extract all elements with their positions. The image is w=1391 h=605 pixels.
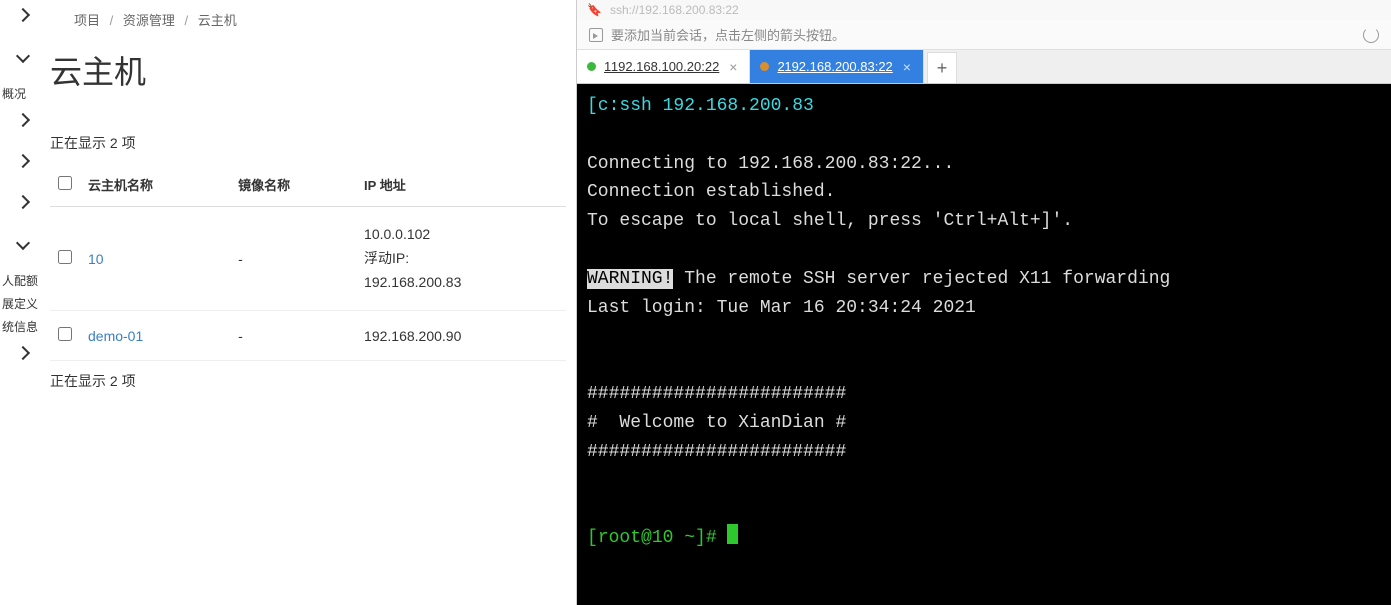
sidebar-toggle-1[interactable] [0,0,40,41]
terminal-tabs: 1 192.168.100.20:22 × 2 192.168.200.83:2… [577,50,1391,84]
cloud-dashboard: 概况 人配额 展定义 统信息 项目 / 资源管理 / 云主机 云主机 正在显示 … [0,0,576,605]
terminal-tab[interactable]: 1 192.168.100.20:22 × [577,50,750,83]
page-title: 云主机 [50,39,566,123]
sidebar-toggle-5[interactable] [0,187,40,228]
status-dot-icon [760,62,769,71]
breadcrumb-item[interactable]: 资源管理 [123,13,175,28]
breadcrumb-sep: / [185,13,189,28]
chevron-right-icon [16,8,30,22]
list-count-bottom: 正在显示 2 项 [50,361,566,401]
chevron-right-icon [16,154,30,168]
tab-label: 192.168.200.83:22 [784,59,892,74]
list-count-top: 正在显示 2 项 [50,123,566,163]
ip-value: 10.0.0.102 [364,223,558,247]
col-header-image[interactable]: 镜像名称 [230,163,356,207]
chevron-down-icon [16,49,30,63]
terminal-output[interactable]: [c:ssh 192.168.200.83 Connecting to 192.… [577,84,1391,605]
term-prompt: ~]# [673,528,727,548]
sidebar-toggle-4[interactable] [0,146,40,187]
term-prompt-user: root@10 [598,528,674,548]
breadcrumb: 项目 / 资源管理 / 云主机 [50,0,566,39]
breadcrumb-item: 云主机 [198,13,237,28]
sidebar-item-quota[interactable]: 人配额 [0,269,40,292]
term-line: Connecting to 192.168.200.83:22... [587,154,954,174]
hint-bar: 要添加当前会话，点击左侧的箭头按钮。 [577,20,1391,50]
cell-ip: 192.168.200.90 [356,311,566,361]
term-line: Last login: Tue Mar 16 20:34:24 2021 [587,298,976,318]
refresh-icon[interactable] [1363,27,1379,43]
cell-image: - [230,311,356,361]
sidebar-item-overview[interactable]: 概况 [0,82,40,105]
sidebar-item-definition[interactable]: 展定义 [0,292,40,315]
term-banner: ######################## [587,442,846,462]
term-line: The remote SSH server rejected X11 forwa… [673,269,1170,289]
instances-table: 云主机名称 镜像名称 IP 地址 10 - 10.0.0.102 浮动IP: 1… [50,163,566,361]
main-content: 项目 / 资源管理 / 云主机 云主机 正在显示 2 项 云主机名称 镜像名称 … [40,0,576,605]
terminal-tab[interactable]: 2 192.168.200.83:22 × [750,50,923,83]
breadcrumb-sep: / [110,13,114,28]
add-session-arrow-icon[interactable] [589,28,603,42]
cell-image: - [230,207,356,311]
row-checkbox[interactable] [58,327,72,341]
sidebar: 概况 人配额 展定义 统信息 [0,0,40,605]
add-tab-button[interactable]: + [927,52,957,83]
col-header-ip[interactable]: IP 地址 [356,163,566,207]
chevron-down-icon [16,236,30,250]
close-tab-icon[interactable]: × [901,59,913,75]
cursor-icon [727,524,738,544]
tab-label: 192.168.100.20:22 [611,59,719,74]
ip-label: 浮动IP: [364,247,558,271]
instance-name-link[interactable]: demo-01 [88,328,143,344]
terminal-app: 🔖 ssh://192.168.200.83:22 要添加当前会话，点击左侧的箭… [576,0,1391,605]
table-row: 10 - 10.0.0.102 浮动IP: 192.168.200.83 [50,207,566,311]
sidebar-toggle-3[interactable] [0,105,40,146]
bookmark-icon[interactable]: 🔖 [587,3,602,17]
row-checkbox[interactable] [58,250,72,264]
term-warning-tag: WARNING! [587,269,673,289]
sidebar-toggle-2[interactable] [0,41,40,82]
chevron-right-icon [16,346,30,360]
term-banner: # Welcome to XianDian # [587,413,846,433]
table-row: demo-01 - 192.168.200.90 [50,311,566,361]
close-tab-icon[interactable]: × [727,59,739,75]
breadcrumb-item[interactable]: 项目 [74,13,100,28]
select-all-checkbox[interactable] [58,176,72,190]
address-bar: 🔖 ssh://192.168.200.83:22 [577,0,1391,20]
instance-name-link[interactable]: 10 [88,251,104,267]
sidebar-toggle-7[interactable] [0,338,40,379]
ip-value: 192.168.200.83 [364,271,558,295]
sidebar-item-sysinfo[interactable]: 统信息 [0,315,40,338]
cell-ip: 10.0.0.102 浮动IP: 192.168.200.83 [356,207,566,311]
term-line: To escape to local shell, press 'Ctrl+Al… [587,211,1073,231]
address-text: ssh://192.168.200.83:22 [610,3,739,17]
term-prompt: [ [587,528,598,548]
term-banner: ######################## [587,384,846,404]
chevron-right-icon [16,113,30,127]
status-dot-icon [587,62,596,71]
term-line: Connection established. [587,182,835,202]
hint-text: 要添加当前会话，点击左侧的箭头按钮。 [611,25,845,44]
chevron-right-icon [16,195,30,209]
term-line: [c:ssh 192.168.200.83 [587,96,814,116]
sidebar-toggle-6[interactable] [0,228,40,269]
col-header-name[interactable]: 云主机名称 [80,163,230,207]
